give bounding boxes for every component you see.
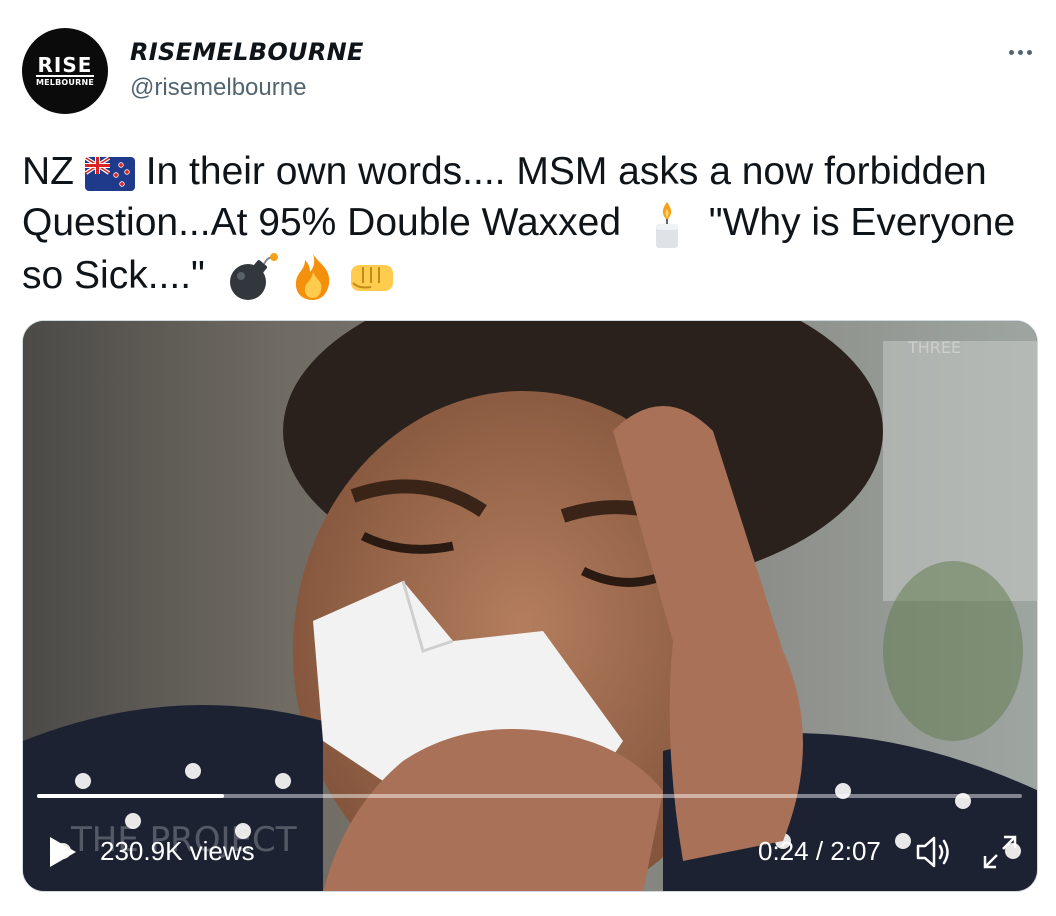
candle-icon <box>650 200 684 250</box>
volume-icon <box>916 836 949 868</box>
play-icon <box>50 837 76 867</box>
volume-button[interactable] <box>915 834 953 870</box>
bomb-icon <box>226 252 278 302</box>
tweet-text: NZ In their own words.... MSM asks a now… <box>22 146 1037 302</box>
expand-icon <box>983 835 1017 869</box>
fullscreen-button[interactable] <box>982 834 1018 870</box>
video-player[interactable]: THREE THE PROJECT <box>22 320 1038 892</box>
more-horizontal-icon <box>1008 49 1014 55</box>
play-button[interactable] <box>48 836 78 868</box>
author-display-name[interactable]: RISEMELBOURNE <box>130 38 364 66</box>
oncoming-fist-icon <box>347 257 397 297</box>
fire-icon <box>289 252 337 302</box>
video-progress-bar[interactable] <box>37 794 1022 798</box>
view-count: 230.9K views <box>100 836 255 866</box>
more-options-button[interactable] <box>1000 38 1040 66</box>
author-handle[interactable]: @risemelbourne <box>130 74 306 102</box>
avatar-logo-line2: MELBOURNE <box>35 74 95 88</box>
avatar-logo-line1: RISE <box>37 52 93 77</box>
more-dot <box>1017 49 1023 55</box>
tweet-text-segment: NZ <box>22 150 74 193</box>
more-dot <box>1026 49 1032 55</box>
video-progress-fill <box>37 794 225 798</box>
video-time: 0:24 / 2:07 <box>758 836 881 866</box>
avatar[interactable]: RISE MELBOURNE <box>22 28 108 114</box>
video-frame-image: THREE THE PROJECT <box>23 321 1037 891</box>
new-zealand-flag-icon <box>84 155 135 193</box>
watermark-three: THREE <box>907 338 961 357</box>
